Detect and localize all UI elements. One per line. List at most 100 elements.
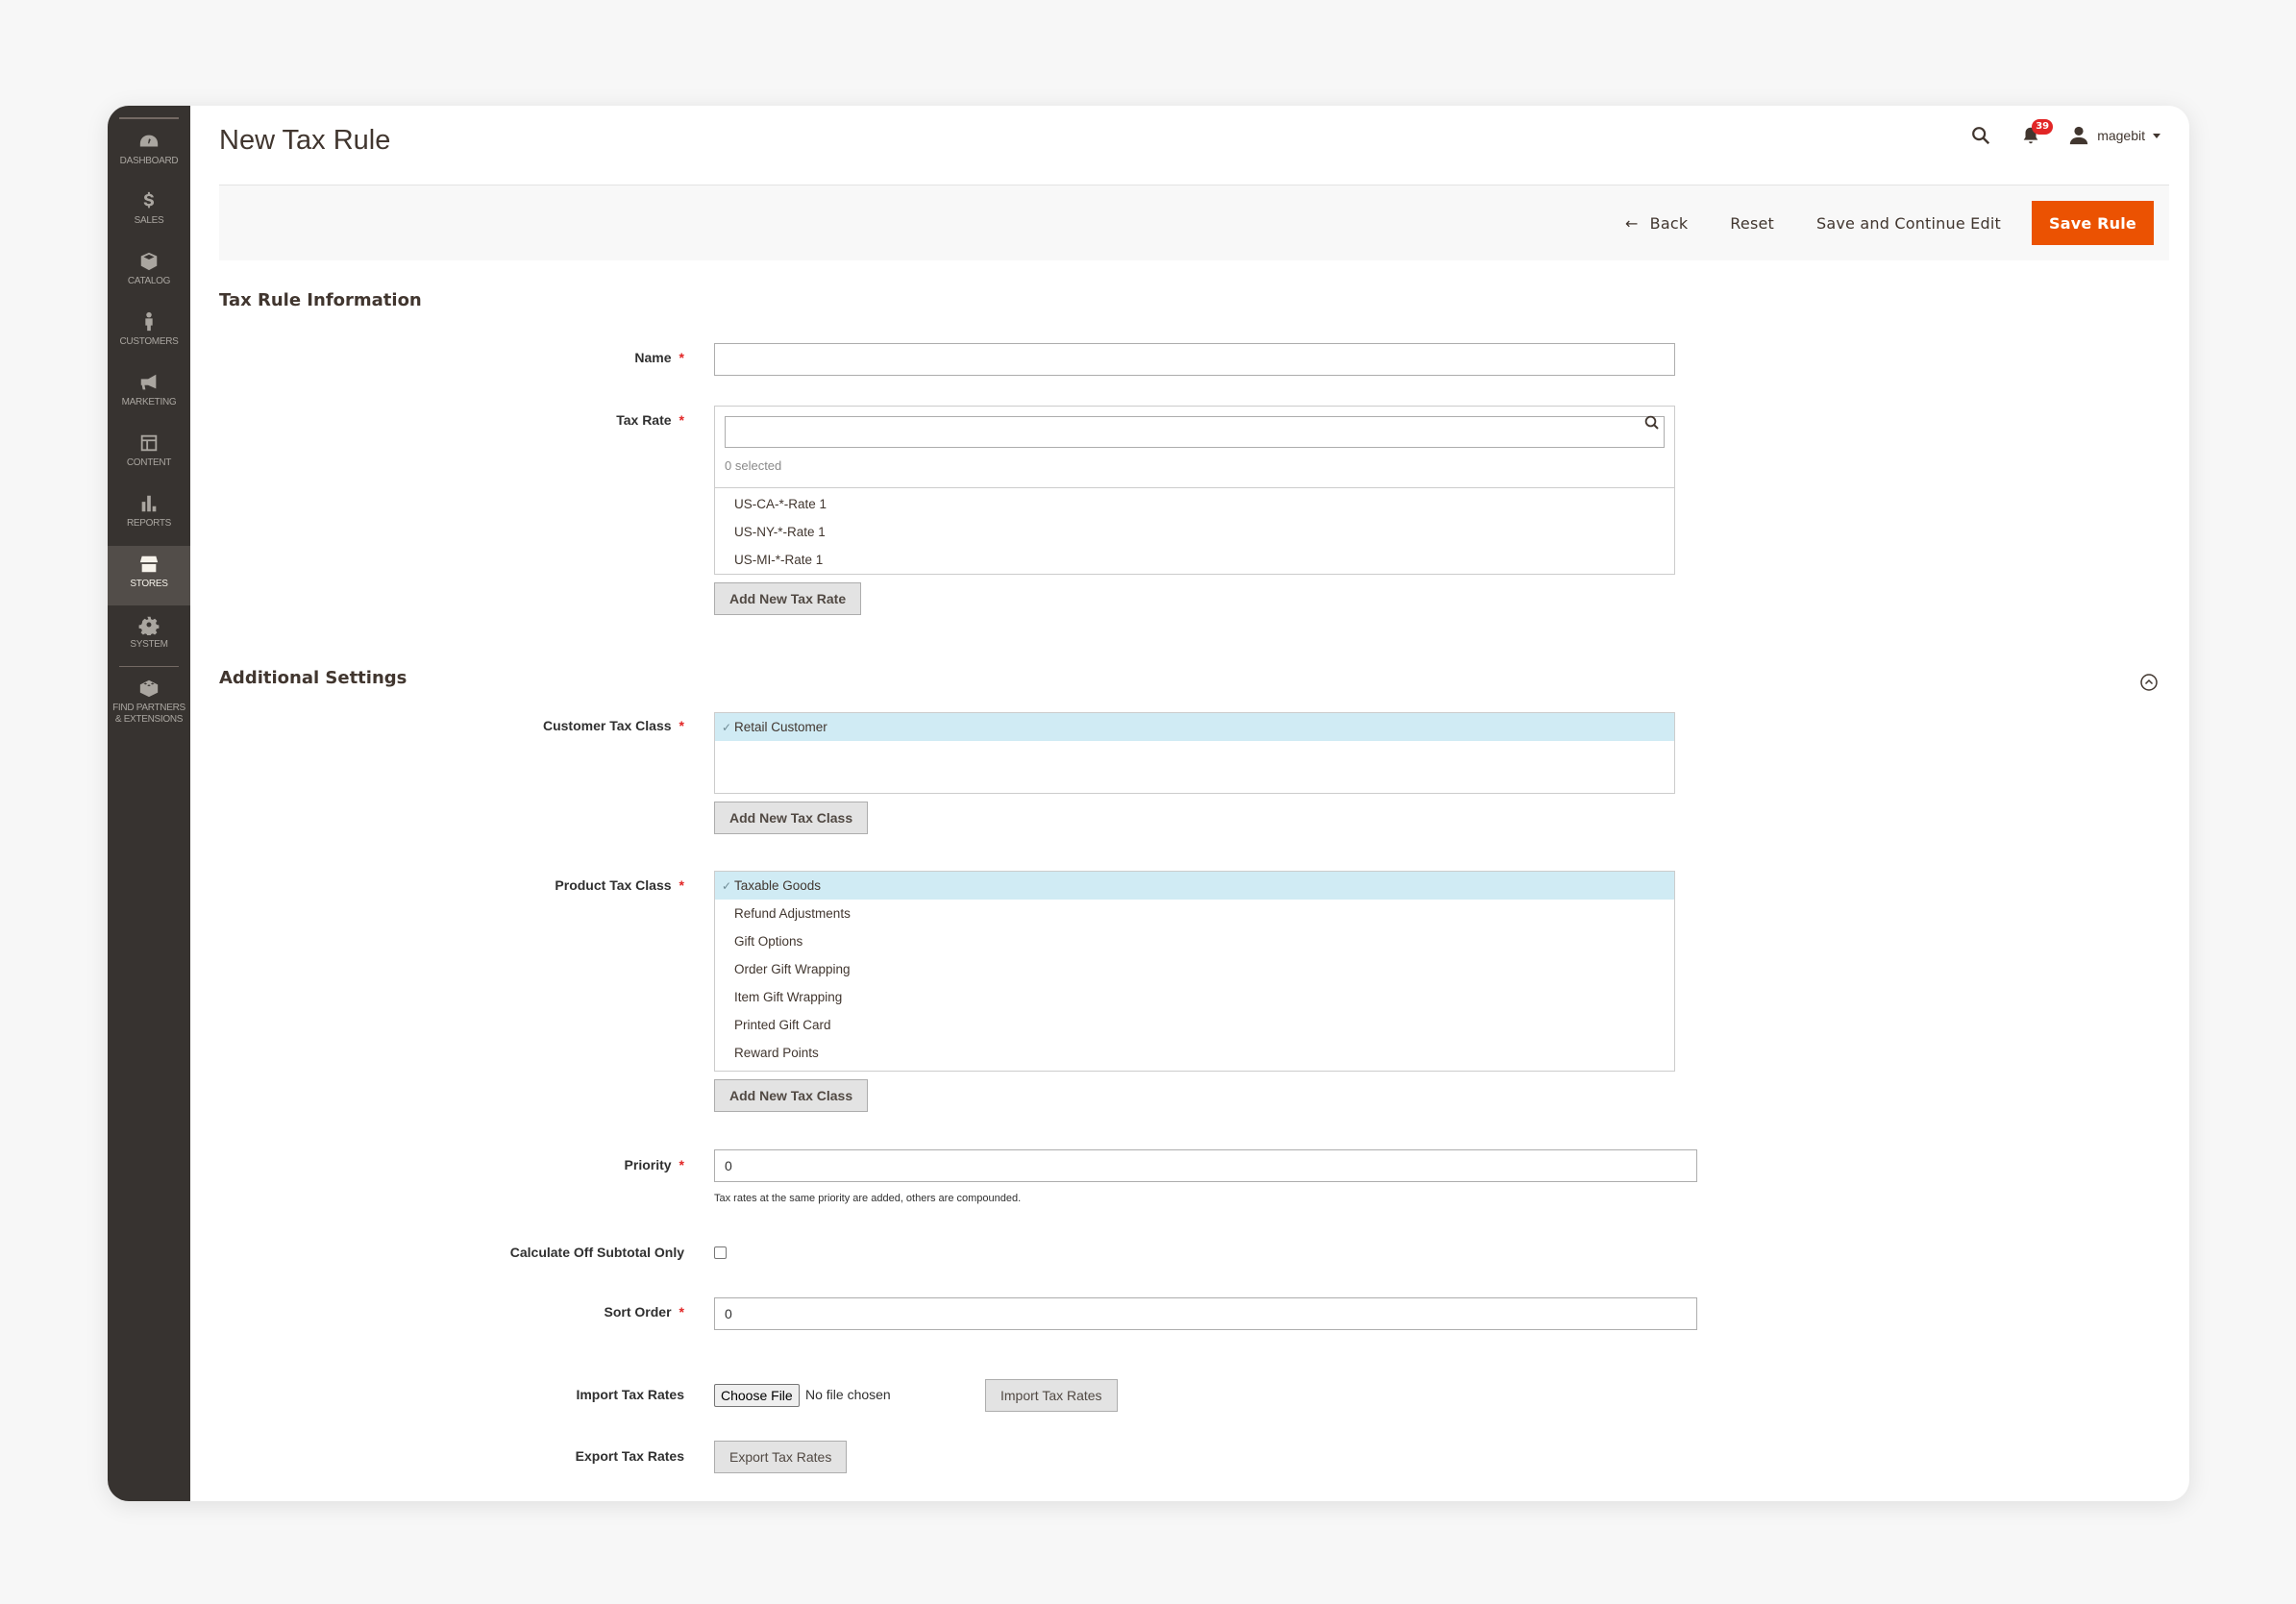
notifications-button[interactable]: 39 <box>2018 119 2054 148</box>
calc-subtotal-checkbox[interactable] <box>714 1246 727 1259</box>
notifications-count-badge: 39 <box>2032 119 2054 135</box>
priority-label: Priority * <box>625 1157 684 1172</box>
customer-tax-class-multiselect[interactable]: ✓ Retail Customer <box>714 712 1675 794</box>
required-asterisk: * <box>679 1304 684 1320</box>
sidebar-item-label: Find Partners & Extensions <box>112 703 185 725</box>
back-button-label: Back <box>1649 213 1689 233</box>
option-label: Taxable Goods <box>734 878 822 893</box>
product-tax-class-multiselect[interactable]: ✓ Taxable Goods Refund Adjustments Gift O… <box>714 871 1675 1072</box>
import-tax-rates-button[interactable]: Import Tax Rates <box>985 1379 1118 1412</box>
product-tax-class-label-text: Product Tax Class <box>555 877 672 893</box>
required-asterisk: * <box>679 350 684 365</box>
back-button[interactable]: ← Back <box>1604 201 1709 245</box>
product-tax-class-option[interactable]: Gift Options <box>715 927 1674 955</box>
sidebar-item-label: Dashboard <box>119 156 179 166</box>
tax-rate-option[interactable]: US-CA-*-Rate 1 <box>715 490 1674 518</box>
page-actions-toolbar: ← Back Reset Save and Continue Edit Save… <box>219 185 2169 260</box>
export-label-text: Export Tax Rates <box>575 1448 684 1464</box>
sidebar-item-label: Customers <box>119 336 179 347</box>
product-tax-class-option[interactable]: Refund Adjustments <box>715 900 1674 927</box>
save-rule-button[interactable]: Save Rule <box>2031 201 2154 245</box>
product-tax-class-option[interactable]: ✓ Taxable Goods <box>715 872 1674 900</box>
tax-rate-label-text: Tax Rate <box>616 412 672 428</box>
calc-subtotal-label-text: Calculate Off Subtotal Only <box>509 1245 684 1260</box>
calc-subtotal-label: Calculate Off Subtotal Only <box>510 1245 684 1260</box>
dollar-icon <box>136 188 161 213</box>
choose-file-button[interactable]: Choose File <box>714 1384 800 1407</box>
sidebar-item-stores[interactable]: Stores <box>108 546 190 605</box>
person-icon <box>136 309 161 334</box>
product-tax-class-option[interactable]: Order Gift Wrapping <box>715 955 1674 983</box>
sidebar-item-label: System <box>130 639 168 650</box>
name-input[interactable] <box>714 343 1675 376</box>
add-new-product-tax-class-button[interactable]: Add New Tax Class <box>714 1079 869 1112</box>
sidebar-item-label: Catalog <box>127 276 171 286</box>
reset-button[interactable]: Reset <box>1709 201 1795 245</box>
import-tax-rates-label: Import Tax Rates <box>576 1387 684 1402</box>
sidebar-item-label: Stores <box>130 579 168 589</box>
sidebar-item-content[interactable]: Content <box>108 425 190 484</box>
sidebar-item-marketing[interactable]: Marketing <box>108 364 190 424</box>
option-label: Retail Customer <box>734 720 827 734</box>
arrow-left-icon: ← <box>1625 213 1639 233</box>
sort-order-label-text: Sort Order <box>604 1304 672 1320</box>
sidebar-item-sales[interactable]: Sales <box>108 183 190 242</box>
tax-rate-option[interactable]: US-NY-*-Rate 1 <box>715 518 1674 546</box>
sidebar-item-catalog[interactable]: Catalog <box>108 243 190 303</box>
tax-rate-multiselect-header: 0 selected <box>714 406 1675 488</box>
megaphone-icon <box>136 370 161 395</box>
sidebar-item-find-partners[interactable]: Find Partners & Extensions <box>108 670 190 739</box>
layout-icon <box>136 431 161 456</box>
export-tax-rates-button[interactable]: Export Tax Rates <box>714 1441 848 1473</box>
sidebar-item-label: Content <box>126 457 172 468</box>
sidebar-item-system[interactable]: System <box>108 606 190 666</box>
export-tax-rates-label: Export Tax Rates <box>576 1448 684 1464</box>
search-icon[interactable] <box>1643 414 1661 432</box>
tax-rate-option[interactable]: US-MI-*-Rate 1 <box>715 546 1674 574</box>
dashboard-icon <box>136 129 161 154</box>
product-tax-class-option[interactable]: Item Gift Wrapping <box>715 983 1674 1011</box>
sidebar-item-customers[interactable]: Customers <box>108 304 190 363</box>
customer-tax-class-option[interactable]: ✓ Retail Customer <box>715 713 1674 741</box>
sort-order-label: Sort Order * <box>605 1304 684 1320</box>
required-asterisk: * <box>679 877 684 893</box>
chevron-down-icon <box>2153 133 2160 138</box>
tax-rate-search-input[interactable] <box>725 416 1665 448</box>
sidebar-logo-line <box>119 117 179 119</box>
product-tax-class-option[interactable]: Printed Gift Card <box>715 1011 1674 1039</box>
gear-icon <box>136 612 161 637</box>
add-new-tax-rate-button[interactable]: Add New Tax Rate <box>714 582 862 615</box>
collapse-section-icon[interactable] <box>2139 673 2159 692</box>
user-account-menu[interactable]: magebit <box>2068 125 2160 146</box>
name-label-text: Name <box>634 350 672 365</box>
page-title: New Tax Rule <box>219 125 391 156</box>
no-file-chosen-text: No file chosen <box>805 1387 891 1402</box>
sidebar-item-dashboard[interactable]: Dashboard <box>108 123 190 183</box>
section-title-additional-settings: Additional Settings <box>219 668 407 688</box>
checkmark-icon: ✓ <box>722 878 732 893</box>
selected-count: 0 selected <box>725 458 782 473</box>
box-icon <box>136 249 161 274</box>
save-and-continue-button[interactable]: Save and Continue Edit <box>1795 201 2022 245</box>
product-tax-class-label: Product Tax Class * <box>555 877 684 893</box>
sort-order-input[interactable] <box>714 1297 1697 1330</box>
add-new-customer-tax-class-button[interactable]: Add New Tax Class <box>714 802 869 834</box>
priority-label-text: Priority <box>624 1157 672 1172</box>
required-asterisk: * <box>679 412 684 428</box>
sidebar-item-label: Reports <box>126 518 172 529</box>
header-actions: 39 magebit <box>1968 119 2160 148</box>
sidebar-item-label: Marketing <box>121 397 177 407</box>
sidebar-item-reports[interactable]: Reports <box>108 485 190 545</box>
product-tax-class-option[interactable]: Reward Points <box>715 1039 1674 1067</box>
priority-input[interactable] <box>714 1149 1697 1182</box>
bar-chart-icon <box>136 491 161 516</box>
admin-sidebar: Dashboard Sales Catalog Customers Market… <box>108 106 190 1501</box>
store-icon <box>136 552 161 577</box>
customer-tax-class-label: Customer Tax Class * <box>543 718 684 733</box>
required-asterisk: * <box>679 1157 684 1172</box>
section-title-tax-rule-information: Tax Rule Information <box>219 290 422 310</box>
customer-tax-class-label-text: Customer Tax Class <box>542 718 672 733</box>
priority-note: Tax rates at the same priority are added… <box>714 1193 1022 1204</box>
lego-block-icon <box>136 676 161 701</box>
global-search-icon[interactable] <box>1968 123 1993 148</box>
